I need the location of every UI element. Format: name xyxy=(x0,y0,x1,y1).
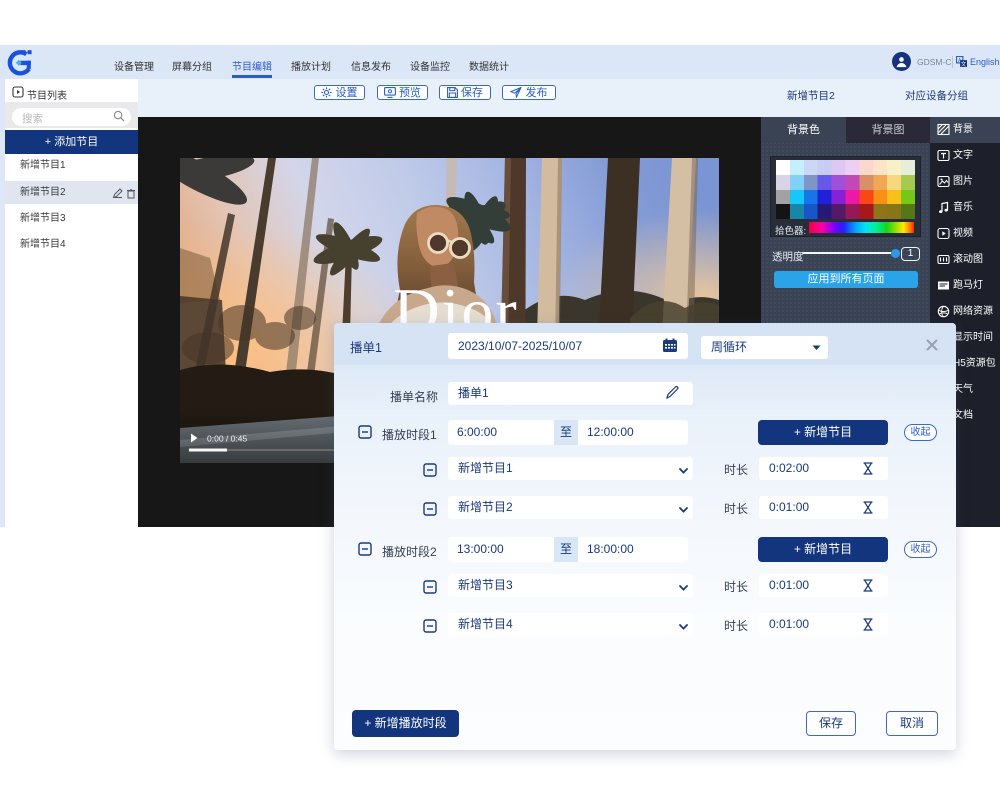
svg-text:0:00 / 0:45: 0:00 / 0:45 xyxy=(207,434,247,444)
